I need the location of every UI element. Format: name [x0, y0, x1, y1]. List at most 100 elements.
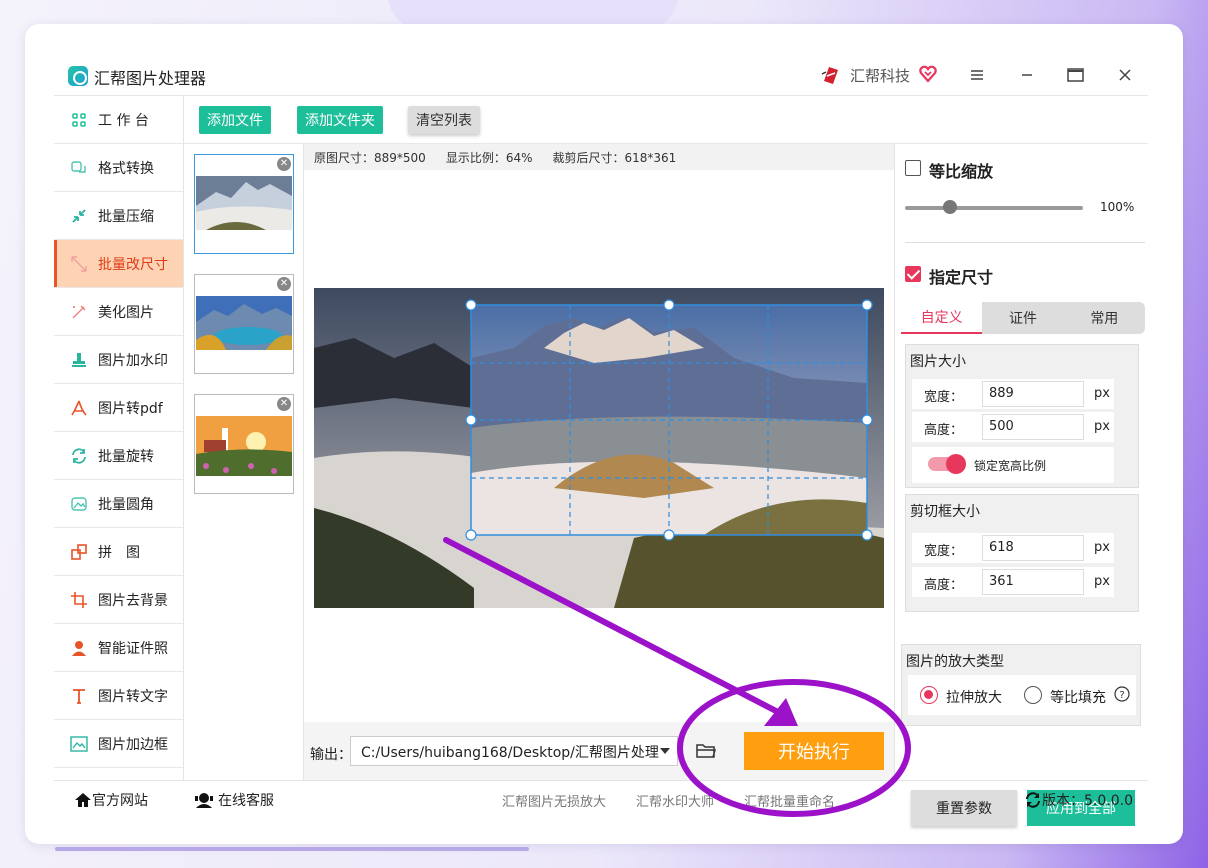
thumbnail-image: [196, 296, 292, 350]
stretch-label: 拉伸放大: [946, 690, 1002, 706]
version-info: 版本：5.0.0.0: [1024, 790, 1133, 810]
sidebar-item-format[interactable]: 格式转换: [54, 144, 183, 192]
sidebar-item-label: 工 作 台: [98, 112, 149, 129]
dropdown-arrow-icon[interactable]: [660, 748, 670, 754]
sidebar-item-label: 图片转pdf: [98, 400, 163, 417]
unit-label: px: [1094, 386, 1110, 401]
sidebar-item-beautify[interactable]: 美化图片: [54, 288, 183, 336]
thumbnail-image: [196, 176, 292, 230]
refresh-icon[interactable]: [1024, 791, 1042, 809]
tab-common[interactable]: 常用: [1064, 302, 1145, 334]
enlarge-type-group: 图片的放大类型 拉伸放大 等比填充 ?: [901, 644, 1141, 726]
add-file-button[interactable]: 添加文件: [199, 106, 271, 134]
image-size-group: 图片大小 宽度： 889 px 高度： 500 px 锁定宽高比例: [905, 344, 1139, 488]
original-size-text: 原图尺寸：889*500: [314, 150, 426, 165]
sidebar-item-ocr[interactable]: 图片转文字: [54, 672, 183, 720]
title-bar: 汇帮图片处理器 汇帮科技: [54, 54, 1148, 96]
specify-size-checkbox[interactable]: [905, 266, 921, 282]
sidebar-item-remove-bg[interactable]: 图片去背景: [54, 576, 183, 624]
scale-percent: 100%: [1100, 200, 1135, 214]
tab-custom[interactable]: 自定义: [901, 302, 983, 334]
unit-label: px: [1094, 419, 1110, 434]
image-canvas[interactable]: [314, 288, 884, 608]
clear-list-button[interactable]: 清空列表: [408, 106, 480, 134]
official-website-link[interactable]: 官方网站: [74, 790, 148, 810]
minimize-icon[interactable]: [1016, 64, 1038, 86]
official-website-label: 官方网站: [92, 793, 148, 809]
sidebar-item-rotate[interactable]: 批量旋转: [54, 432, 183, 480]
maximize-icon[interactable]: [1064, 64, 1086, 86]
crop-size-group: 剪切框大小 宽度： 618 px 高度： 361 px: [905, 494, 1139, 612]
sidebar-item-id-photo[interactable]: 智能证件照: [54, 624, 183, 672]
help-icon[interactable]: ?: [1114, 686, 1130, 702]
height-label: 高度：: [924, 423, 964, 438]
round-corner-icon: [70, 495, 88, 513]
toolbar: 添加文件 添加文件夹 清空列表: [184, 96, 1148, 144]
display-ratio-text: 显示比例：64%: [445, 150, 533, 165]
thumbnail-item[interactable]: ✕: [194, 154, 294, 254]
lock-ratio-row: 锁定宽高比例: [912, 447, 1114, 483]
product-link[interactable]: 汇帮批量重命名: [744, 791, 835, 810]
specify-size-label: 指定尺寸: [929, 268, 994, 287]
image-height-input[interactable]: 500: [982, 414, 1084, 440]
online-support-link[interactable]: 在线客服: [194, 790, 274, 810]
enlarge-type-title: 图片的放大类型: [906, 654, 1004, 670]
scale-slider-knob[interactable]: [943, 200, 957, 214]
add-folder-button[interactable]: 添加文件夹: [297, 106, 383, 134]
app-title: 汇帮图片处理器: [94, 69, 207, 88]
proportional-scale-checkbox[interactable]: [905, 160, 921, 176]
image-width-input[interactable]: 889: [982, 381, 1084, 407]
stretch-radio[interactable]: [920, 686, 938, 704]
sidebar-item-compress[interactable]: 批量压缩: [54, 192, 183, 240]
puzzle-icon: [70, 543, 88, 561]
heart-icon[interactable]: [918, 64, 938, 84]
unit-label: px: [1094, 540, 1110, 555]
image-width-row: 宽度： 889 px: [912, 379, 1114, 409]
width-label: 宽度：: [924, 544, 964, 559]
crop-icon: [70, 591, 88, 609]
status-bar: 官方网站 在线客服 汇帮图片无损放大 汇帮水印大师 汇帮批量重命名 版本：5.0…: [54, 780, 1148, 816]
sidebar-item-round-corner[interactable]: 批量圆角: [54, 480, 183, 528]
settings-panel: 等比缩放 100% 指定尺寸 自定义 证件 常用 图片大小 宽度： 889 px…: [894, 144, 1148, 826]
tab-id[interactable]: 证件: [982, 302, 1063, 334]
sidebar-item-label: 图片加边框: [98, 736, 168, 753]
output-bar: 输出： C:/Users/huibang168/Desktop/汇帮图片处理 开…: [304, 722, 894, 780]
sidebar-item-watermark[interactable]: 图片加水印: [54, 336, 183, 384]
remove-icon[interactable]: ✕: [277, 277, 291, 291]
proportional-scale-label: 等比缩放: [929, 162, 994, 181]
fill-radio[interactable]: [1024, 686, 1042, 704]
unit-label: px: [1094, 574, 1110, 589]
sidebar-item-label: 美化图片: [98, 304, 154, 321]
image-info-bar: 原图尺寸：889*500 显示比例：64% 裁剪后尺寸：618*361: [304, 144, 894, 170]
crop-size-title: 剪切框大小: [910, 504, 980, 520]
app-window: 汇帮图片处理器 汇帮科技 工 作 台 格式转换 批量压缩 批量改尺寸 美化图片 …: [54, 54, 1148, 826]
crop-height-input[interactable]: 361: [982, 569, 1084, 595]
lock-ratio-toggle[interactable]: [928, 454, 966, 474]
remove-icon[interactable]: ✕: [277, 157, 291, 171]
sidebar-item-border[interactable]: 图片加边框: [54, 720, 183, 768]
output-path-select[interactable]: C:/Users/huibang168/Desktop/汇帮图片处理: [350, 736, 678, 766]
sidebar-item-puzzle[interactable]: 拼 图: [54, 528, 183, 576]
decor-bar: [55, 847, 529, 851]
crop-width-input[interactable]: 618: [982, 535, 1084, 561]
product-link[interactable]: 汇帮水印大师: [636, 791, 714, 810]
close-icon[interactable]: [1114, 64, 1136, 86]
menu-icon[interactable]: [966, 64, 988, 86]
image-height-row: 高度： 500 px: [912, 412, 1114, 442]
thumbnail-item[interactable]: ✕: [194, 394, 294, 494]
remove-icon[interactable]: ✕: [277, 397, 291, 411]
person-icon: [70, 639, 88, 657]
folder-icon[interactable]: [696, 742, 716, 760]
divider: [905, 242, 1145, 243]
sidebar-item-workbench[interactable]: 工 作 台: [54, 96, 183, 144]
frame-icon: [70, 735, 88, 753]
sidebar-item-resize[interactable]: 批量改尺寸: [54, 240, 183, 288]
sidebar-item-pdf[interactable]: 图片转pdf: [54, 384, 183, 432]
scale-slider[interactable]: [905, 206, 1083, 210]
support-icon: [195, 793, 213, 808]
start-button[interactable]: 开始执行: [744, 732, 884, 770]
thumbnail-item[interactable]: ✕: [194, 274, 294, 374]
cropped-size-text: 裁剪后尺寸：618*361: [552, 150, 677, 165]
sidebar-item-label: 拼 图: [98, 544, 140, 561]
product-link[interactable]: 汇帮图片无损放大: [502, 791, 606, 810]
